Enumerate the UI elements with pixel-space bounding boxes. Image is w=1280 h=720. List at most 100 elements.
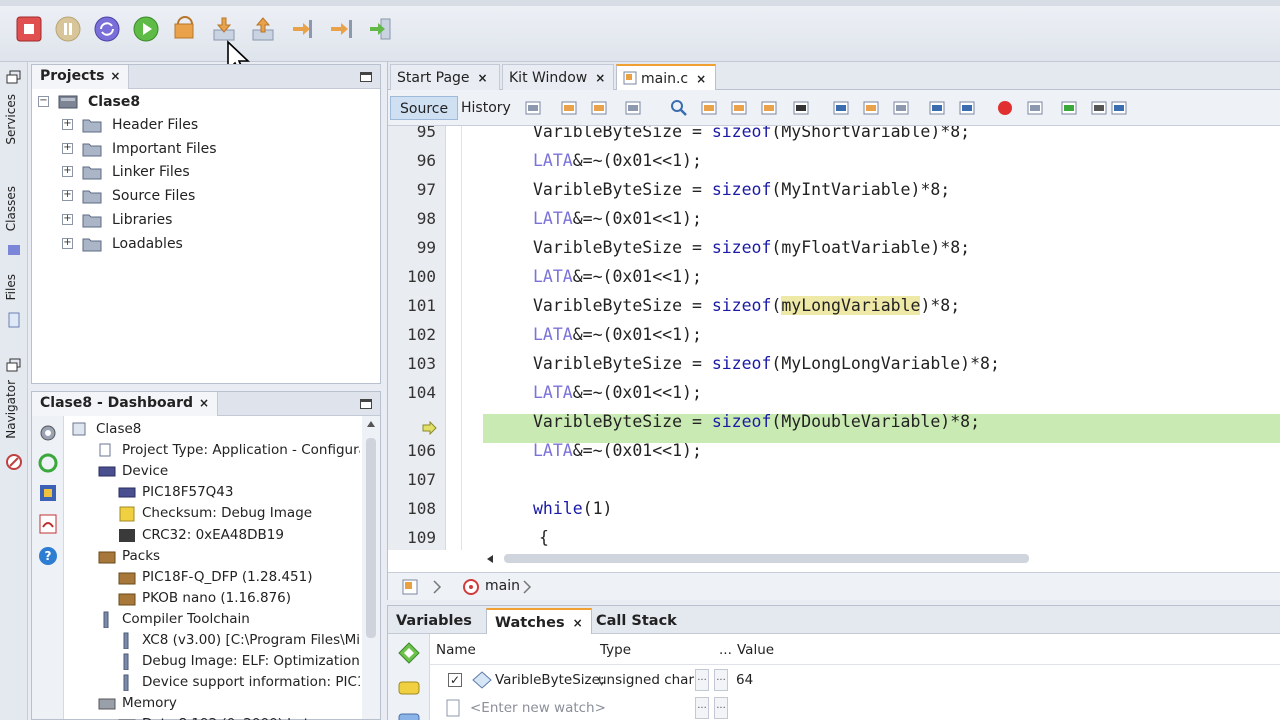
code-line[interactable]: LATA&=~(0x01<<1); xyxy=(533,436,702,465)
code-line[interactable]: LATA&=~(0x01<<1); xyxy=(533,320,702,349)
tab-main-c[interactable]: main.c × xyxy=(616,64,716,91)
files-tab[interactable]: Files xyxy=(4,274,18,300)
minimize-icon[interactable] xyxy=(360,399,372,409)
forward-icon[interactable] xyxy=(590,99,608,117)
close-icon[interactable]: × xyxy=(696,72,706,86)
dashboard-row[interactable]: Device support information: PIC1 xyxy=(118,672,360,693)
watch-more-button[interactable]: ... xyxy=(695,669,709,691)
watch-enable-checkbox[interactable]: ✓ xyxy=(448,673,462,687)
tab-start-page[interactable]: Start Page × xyxy=(390,64,500,90)
macro-stop-icon[interactable] xyxy=(1026,99,1044,117)
header-type[interactable]: Type xyxy=(600,642,631,658)
dashboard-row[interactable]: −Memory xyxy=(98,693,360,714)
set-pc-icon[interactable] xyxy=(326,14,356,44)
macro-record-icon[interactable] xyxy=(996,99,1014,117)
watch-options-icon[interactable] xyxy=(397,678,421,698)
restore-window-icon[interactable] xyxy=(6,358,22,374)
expand-icon[interactable]: + xyxy=(62,119,73,130)
header-more[interactable]: ... xyxy=(719,642,732,658)
comment-icon[interactable] xyxy=(1090,99,1108,117)
projects-tab[interactable]: Projects × xyxy=(32,65,130,89)
code-line[interactable]: VaribleByteSize = sizeof(myFloatVariable… xyxy=(533,233,970,262)
dashboard-row[interactable]: −Compiler Toolchain xyxy=(98,609,360,630)
chip-icon[interactable] xyxy=(39,484,57,502)
classes-tab[interactable]: Classes xyxy=(4,186,18,231)
find-selection-icon[interactable] xyxy=(760,99,778,117)
code-line[interactable]: LATA&=~(0x01<<1); xyxy=(533,204,702,233)
code-line[interactable]: VaribleByteSize = sizeof(MyShortVariable… xyxy=(533,126,970,146)
dashboard-row[interactable]: Checksum: Debug Image xyxy=(118,503,360,524)
code-line[interactable]: VaribleByteSize = sizeof(MyIntVariable)*… xyxy=(533,175,950,204)
code-line[interactable]: VaribleByteSize = sizeof(myLongVariable)… xyxy=(533,291,960,320)
find-next-icon[interactable] xyxy=(730,99,748,117)
services-tab[interactable]: Services xyxy=(4,94,18,145)
code-line[interactable]: VaribleByteSize = sizeof(MyLongLongVaria… xyxy=(533,349,1000,378)
source-button[interactable]: Source xyxy=(390,96,459,120)
tab-call-stack[interactable]: Call Stack xyxy=(588,608,685,634)
scrollbar-thumb[interactable] xyxy=(366,438,376,638)
dashboard-row[interactable]: XC8 (v3.00) [C:\Program Files\Mic xyxy=(118,630,360,651)
close-icon[interactable]: × xyxy=(110,69,120,83)
close-icon[interactable]: × xyxy=(573,616,583,630)
dashboard-row[interactable]: Data 8,192 (0x2000) bytes xyxy=(118,714,360,720)
dashboard-row[interactable]: PIC18F-Q_DFP (1.28.451) xyxy=(118,567,360,588)
new-watch-icon[interactable] xyxy=(398,642,420,664)
horizontal-scrollbar[interactable] xyxy=(484,550,1280,568)
run-to-cursor-icon[interactable] xyxy=(287,14,317,44)
watch-name[interactable]: VaribleByteSize; xyxy=(495,669,605,691)
finish-debug-icon[interactable] xyxy=(14,14,44,44)
breadcrumb-function[interactable]: main xyxy=(485,578,520,594)
dashboard-row[interactable]: Project Type: Application - Configurat xyxy=(98,440,360,461)
code-line[interactable]: LATA&=~(0x01<<1); xyxy=(533,262,702,291)
uncomment-icon[interactable] xyxy=(1110,99,1128,117)
close-icon[interactable]: × xyxy=(478,71,488,85)
pdf-icon[interactable] xyxy=(39,514,57,534)
collapse-icon[interactable]: − xyxy=(38,96,49,107)
dashboard-row[interactable]: −Device xyxy=(98,461,360,482)
pause-icon[interactable] xyxy=(53,14,83,44)
dashboard-row[interactable]: Clase8 xyxy=(72,419,360,440)
gear-icon[interactable] xyxy=(37,422,59,444)
header-name[interactable]: Name xyxy=(436,642,476,658)
refresh-icon[interactable] xyxy=(37,452,59,474)
code-line[interactable]: LATA&=~(0x01<<1); xyxy=(533,146,702,175)
back-icon[interactable] xyxy=(560,99,578,117)
code-line[interactable]: while(1) xyxy=(533,494,612,523)
history-nav-icon[interactable] xyxy=(624,99,642,117)
expand-icon[interactable]: + xyxy=(62,190,73,202)
toggle-highlight-icon[interactable] xyxy=(792,99,810,117)
dashboard-tab[interactable]: Clase8 - Dashboard × xyxy=(32,392,219,416)
prev-bookmark-icon[interactable] xyxy=(832,99,850,117)
continue-icon[interactable] xyxy=(131,14,161,44)
tab-kit-window[interactable]: Kit Window × xyxy=(502,64,614,90)
code-line[interactable]: VaribleByteSize = sizeof(MyDoubleVariabl… xyxy=(533,407,980,436)
enter-new-watch[interactable]: <Enter new watch> xyxy=(470,697,606,719)
dashboard-row[interactable]: PKOB nano (1.16.876) xyxy=(118,588,360,609)
watch-value[interactable]: 64 xyxy=(736,669,753,691)
last-edit-icon[interactable] xyxy=(524,99,542,117)
header-value[interactable]: Value xyxy=(737,642,774,658)
minimize-icon[interactable] xyxy=(360,72,372,82)
tab-watches[interactable]: Watches × xyxy=(486,608,592,634)
reset-icon[interactable] xyxy=(92,14,122,44)
restore-window-icon[interactable] xyxy=(6,70,22,86)
focus-cursor-pc-icon[interactable] xyxy=(365,14,395,44)
watch-more-button[interactable]: ... xyxy=(714,669,728,691)
toggle-bookmark-icon[interactable] xyxy=(892,99,910,117)
code-line[interactable]: LATA&=~(0x01<<1); xyxy=(533,378,702,407)
dashboard-row[interactable]: Debug Image: ELF: Optimization: xyxy=(118,651,360,672)
history-button[interactable]: History xyxy=(452,96,520,120)
watch-more-button[interactable]: ... xyxy=(714,697,728,719)
next-bookmark-icon[interactable] xyxy=(862,99,880,117)
close-icon[interactable]: × xyxy=(199,396,209,410)
dashboard-row[interactable]: −Packs xyxy=(98,546,360,567)
help-icon[interactable]: ? xyxy=(38,546,58,566)
scrollbar-thumb[interactable] xyxy=(504,554,1029,563)
diff-icon[interactable] xyxy=(1060,99,1078,117)
tab-variables[interactable]: Variables xyxy=(388,608,480,634)
find-prev-icon[interactable] xyxy=(700,99,718,117)
expand-icon[interactable]: + xyxy=(62,213,73,225)
code-area[interactable]: 95 96 97 98 99 100 101 102 103 104 106 107 108 109 Va… xyxy=(388,126,1280,550)
shift-right-icon[interactable] xyxy=(958,99,976,117)
dashboard-scrollbar[interactable] xyxy=(362,416,380,719)
